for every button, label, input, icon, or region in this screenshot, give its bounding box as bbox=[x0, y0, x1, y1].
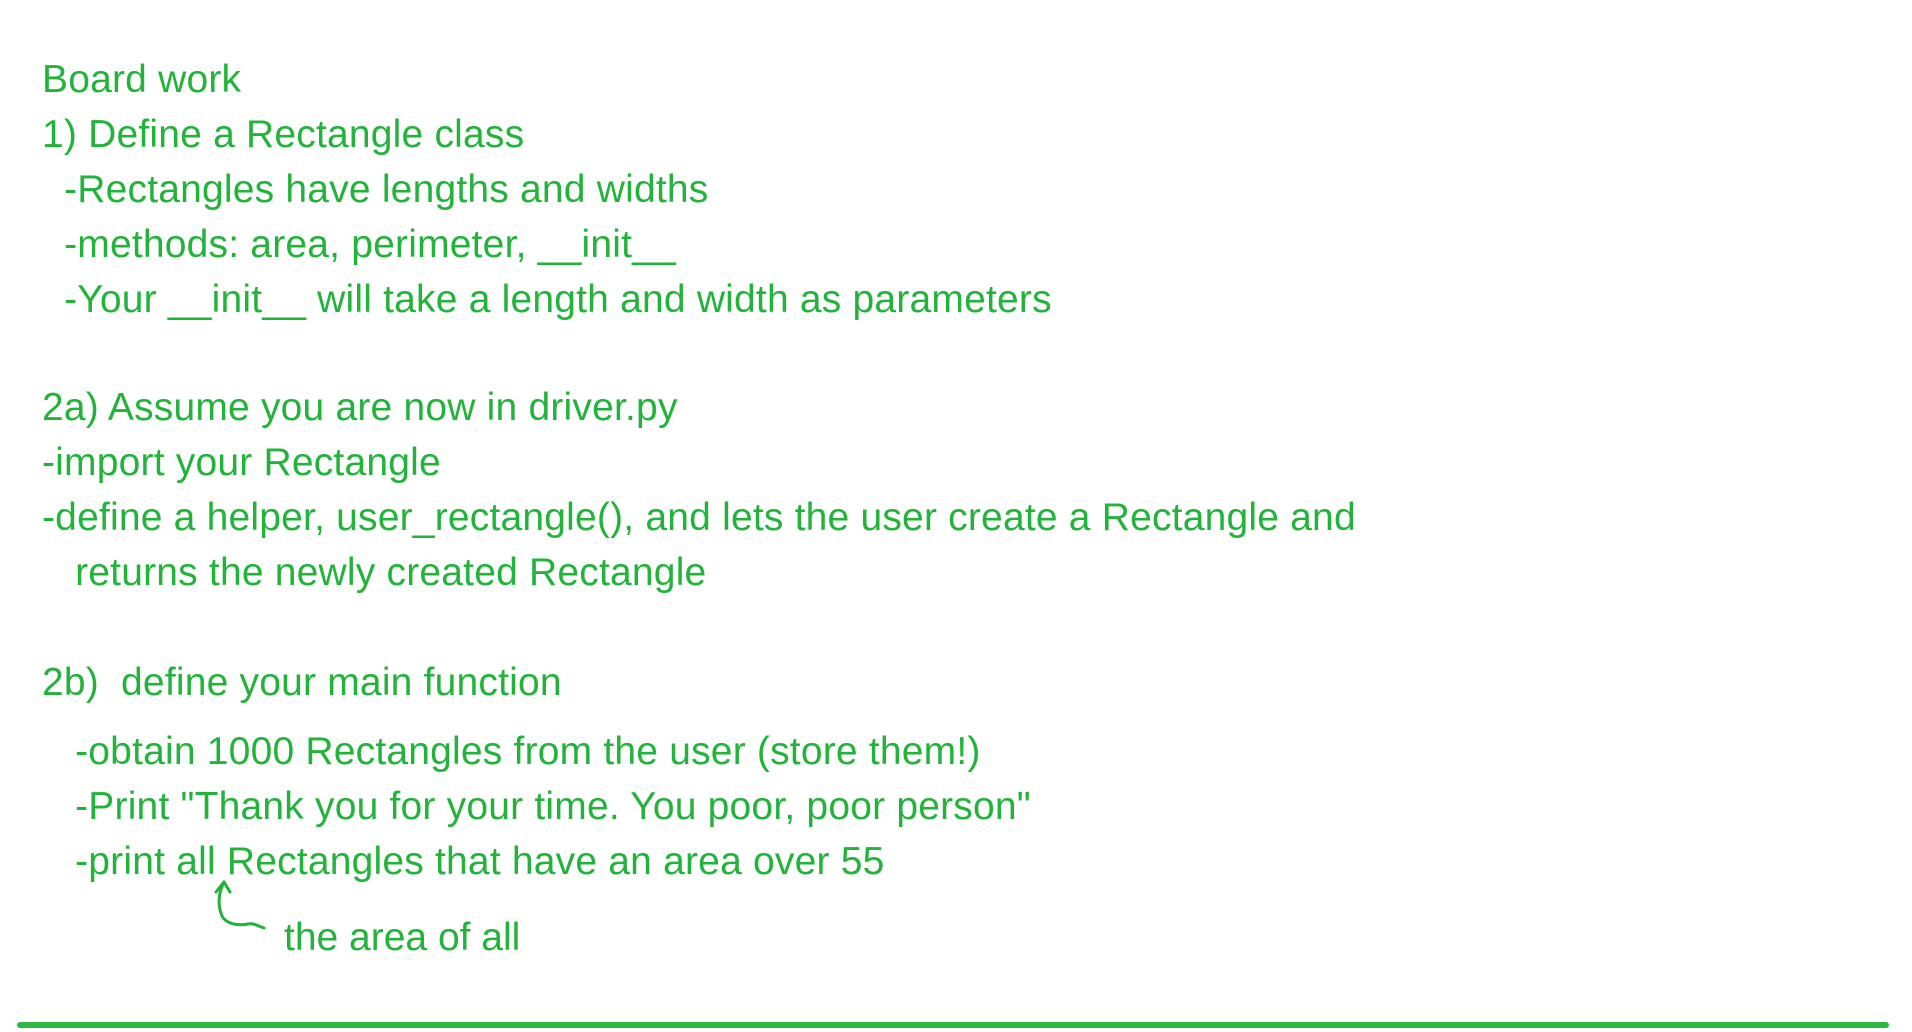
board-work-canvas: Board work 1) Define a Rectangle class -… bbox=[0, 0, 1912, 1032]
item-2b-obtain: -obtain 1000 Rectangles from the user (s… bbox=[42, 730, 981, 773]
annotation-area-of-all: the area of all bbox=[284, 916, 521, 959]
item-1-lengths-widths: -Rectangles have lengths and widths bbox=[42, 168, 709, 211]
item-2b-print-area: -print all Rectangles that have an area … bbox=[42, 840, 885, 883]
item-2a-title: 2a) Assume you are now in driver.py bbox=[42, 386, 678, 429]
item-2b-print-thanks: -Print "Thank you for your time. You poo… bbox=[42, 785, 1031, 828]
heading-board-work: Board work bbox=[42, 58, 242, 101]
item-2a-import: -import your Rectangle bbox=[42, 441, 441, 484]
item-1-methods: -methods: area, perimeter, __init__ bbox=[42, 223, 676, 266]
item-1-title: 1) Define a Rectangle class bbox=[42, 113, 525, 156]
item-2b-title: 2b) define your main function bbox=[42, 661, 562, 704]
hand-drawn-arrow-icon bbox=[214, 880, 266, 930]
item-1-init-params: -Your __init__ will take a length and wi… bbox=[42, 278, 1052, 321]
item-2a-helper-cont: returns the newly created Rectangle bbox=[42, 551, 707, 594]
bottom-divider-line bbox=[17, 1022, 1889, 1028]
item-2a-helper: -define a helper, user_rectangle(), and … bbox=[42, 496, 1356, 539]
